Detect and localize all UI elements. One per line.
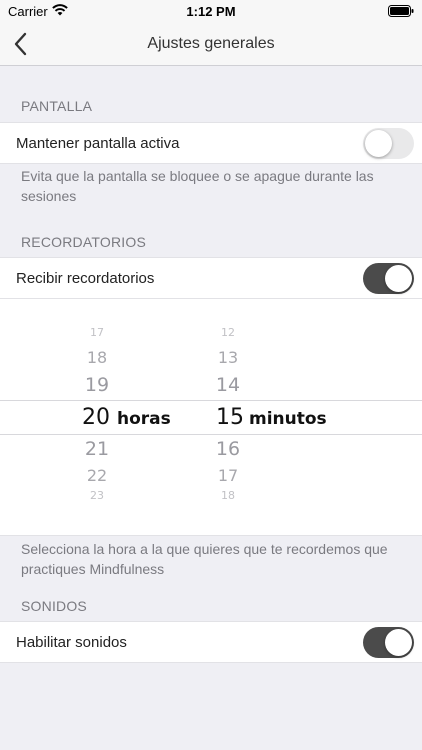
battery-icon bbox=[388, 5, 414, 17]
minute-option[interactable]: 17 bbox=[198, 466, 258, 485]
row-label: Habilitar sonidos bbox=[16, 634, 127, 651]
minute-option[interactable]: 18 bbox=[198, 489, 258, 502]
hour-option[interactable]: 19 bbox=[67, 374, 127, 396]
section-footer-pantalla: Evita que la pantalla se bloquee o se ap… bbox=[21, 168, 374, 204]
minute-selected[interactable]: 15 bbox=[216, 405, 244, 430]
minute-option[interactable]: 14 bbox=[198, 374, 258, 396]
keep-screen-on-toggle[interactable] bbox=[363, 128, 414, 159]
row-keep-screen-on: Mantener pantalla activa bbox=[0, 122, 422, 164]
navigation-bar: Ajustes generales bbox=[0, 22, 422, 66]
minute-option[interactable]: 16 bbox=[198, 438, 258, 460]
page-title: Ajustes generales bbox=[147, 35, 275, 52]
toggle-knob bbox=[385, 265, 412, 292]
minute-option[interactable]: 13 bbox=[198, 348, 258, 367]
row-label: Recibir recordatorios bbox=[16, 270, 155, 287]
hour-selected[interactable]: 20 bbox=[82, 405, 110, 430]
hour-option[interactable]: 17 bbox=[67, 326, 127, 339]
enable-sounds-toggle[interactable] bbox=[363, 627, 414, 658]
status-time: 1:12 PM bbox=[186, 4, 236, 19]
minute-option[interactable]: 12 bbox=[198, 326, 258, 339]
toggle-knob bbox=[365, 130, 392, 157]
hour-option[interactable]: 21 bbox=[67, 438, 127, 460]
row-label: Mantener pantalla activa bbox=[16, 135, 180, 152]
toggle-knob bbox=[385, 629, 412, 656]
section-header-sonidos: SONIDOS bbox=[21, 598, 87, 614]
hour-option[interactable]: 22 bbox=[67, 466, 127, 485]
row-receive-reminders: Recibir recordatorios bbox=[0, 257, 422, 299]
hour-option[interactable]: 18 bbox=[67, 348, 127, 367]
receive-reminders-toggle[interactable] bbox=[363, 263, 414, 294]
status-bar: Carrier 1:12 PM bbox=[0, 0, 422, 22]
minute-unit-label: minutos bbox=[249, 409, 327, 429]
section-footer-recordatorios: Selecciona la hora a la que quieres que … bbox=[21, 541, 388, 577]
section-header-pantalla: PANTALLA bbox=[21, 98, 93, 114]
time-picker[interactable]: 17 18 19 20 horas 21 22 23 12 13 14 15 m… bbox=[0, 299, 422, 536]
hour-unit-label: horas bbox=[117, 409, 171, 429]
picker-selection-band bbox=[0, 400, 422, 435]
section-header-recordatorios: RECORDATORIOS bbox=[21, 234, 146, 250]
hour-option[interactable]: 23 bbox=[67, 489, 127, 502]
row-enable-sounds: Habilitar sonidos bbox=[0, 621, 422, 663]
